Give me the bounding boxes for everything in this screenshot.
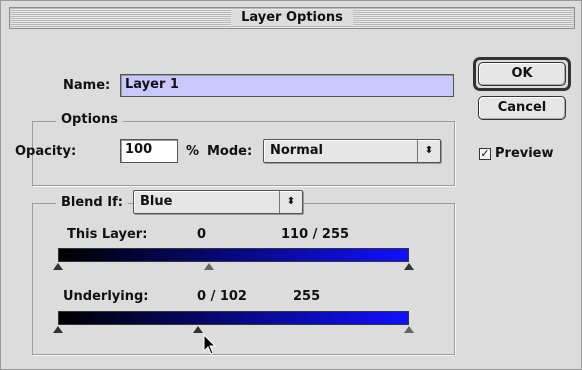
mode-label: Mode: (207, 144, 253, 159)
preview-label: Preview (495, 146, 554, 161)
opacity-label: Opacity: (15, 144, 77, 159)
underlying-black-slider-high[interactable] (193, 326, 204, 333)
blend-if-channel-value: Blue (140, 194, 173, 209)
title-bar[interactable]: Layer Options (9, 7, 575, 29)
underlying-white-slider[interactable] (404, 326, 414, 333)
ok-button[interactable]: OK (478, 62, 566, 86)
mouse-pointer-icon (203, 334, 217, 355)
layer-options-dialog: Layer Options Name: Layer 1 OK Cancel ✓ … (0, 0, 582, 370)
mode-popup[interactable]: Normal ⬍ (263, 139, 441, 163)
preview-checkbox[interactable]: ✓ (479, 148, 491, 160)
blend-if-label: Blend If: (56, 195, 128, 211)
underlying-label: Underlying: (63, 289, 149, 304)
this-layer-gradient-ramp (58, 248, 409, 262)
this-layer-white-slider-high[interactable] (404, 263, 414, 270)
blend-if-channel-popup[interactable]: Blue ⬍ (133, 190, 303, 214)
this-layer-left-value: 0 (197, 227, 207, 242)
underlying-right-value: 255 (293, 289, 321, 304)
this-layer-black-slider[interactable] (53, 263, 63, 270)
mode-value: Normal (270, 143, 323, 158)
name-label: Name: (63, 78, 111, 93)
underlying-black-slider-low[interactable] (53, 326, 63, 333)
dialog-title: Layer Options (231, 10, 353, 26)
this-layer-right-value: 110 / 255 (281, 227, 350, 242)
opacity-unit: % (186, 144, 200, 159)
this-layer-white-slider-low[interactable] (204, 263, 215, 270)
opacity-field[interactable]: 100 (120, 139, 178, 163)
name-field[interactable]: Layer 1 (120, 74, 454, 97)
checkmark-icon: ✓ (480, 147, 490, 160)
underlying-left-value: 0 / 102 (197, 289, 247, 304)
popup-arrows-icon: ⬍ (279, 191, 302, 213)
blend-if-group (32, 203, 455, 355)
options-group-title: Options (56, 112, 123, 128)
cancel-button[interactable]: Cancel (478, 96, 566, 120)
popup-arrows-icon: ⬍ (417, 140, 440, 162)
this-layer-label: This Layer: (67, 227, 148, 242)
underlying-gradient-ramp (58, 311, 409, 325)
